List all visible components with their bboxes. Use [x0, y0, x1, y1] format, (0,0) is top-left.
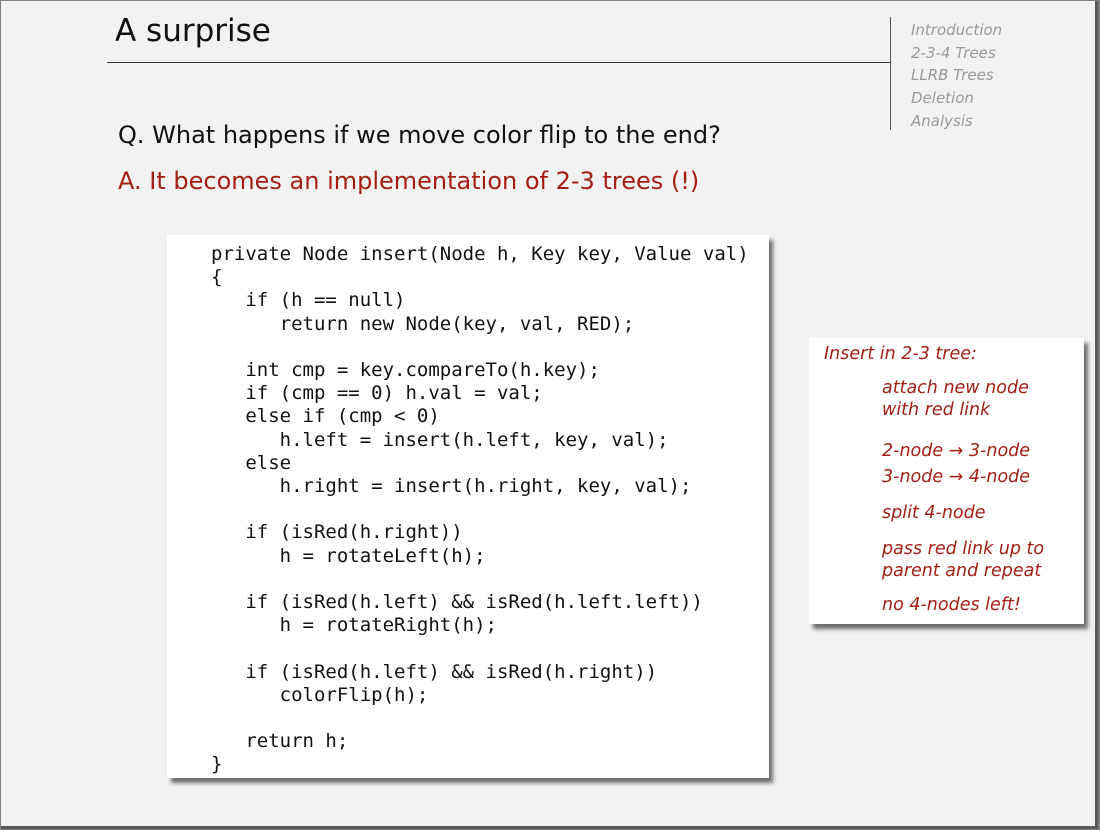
title-divider: [107, 62, 890, 63]
nav-item-llrb-trees[interactable]: LLRB Trees: [911, 64, 1002, 87]
answer-text: A. It becomes an implementation of 2-3 t…: [118, 167, 700, 195]
annotation-item-attach: attach new node with red link: [882, 378, 1029, 420]
annotation-item-split: split 4-node: [882, 503, 986, 523]
nav-item-analysis[interactable]: Analysis: [911, 110, 1002, 133]
nav-item-deletion[interactable]: Deletion: [911, 87, 1002, 110]
question-text: Q. What happens if we move color flip to…: [118, 121, 721, 149]
annotation-item-pass-up: pass red link up to parent and repeat: [882, 539, 1045, 581]
annotation-item-node-transition: 2-node → 3-node 3-node → 4-node: [882, 441, 1031, 487]
slide: A surprise Introduction 2-3-4 Trees LLRB…: [1, 1, 1098, 829]
slide-title: A surprise: [115, 13, 271, 49]
annotation-panel: Insert in 2-3 tree: attach new node with…: [809, 338, 1084, 624]
annotation-item-no-4-nodes: no 4-nodes left!: [882, 595, 1021, 615]
nav-divider: [890, 17, 891, 130]
section-nav: Introduction 2-3-4 Trees LLRB Trees Dele…: [911, 19, 1002, 133]
code-panel: private Node insert(Node h, Key key, Val…: [167, 235, 769, 778]
code-listing: private Node insert(Node h, Key key, Val…: [211, 243, 749, 776]
annotation-title: Insert in 2-3 tree:: [824, 344, 977, 364]
nav-item-introduction[interactable]: Introduction: [911, 19, 1002, 42]
nav-item-2-3-4-trees[interactable]: 2-3-4 Trees: [911, 42, 1002, 65]
